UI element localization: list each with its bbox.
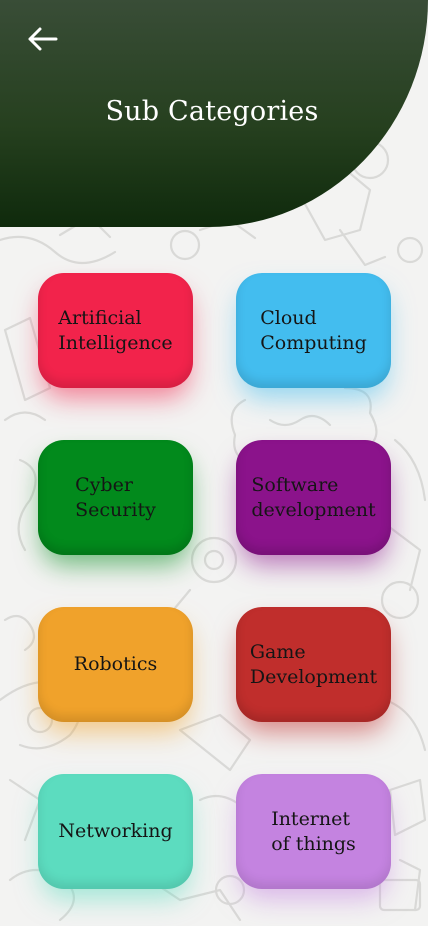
category-label: Networking [58,820,173,842]
category-tile-internet-of-things[interactable]: Internet of things [236,774,391,889]
category-label: Cyber Security [75,473,156,521]
category-label: Software development [251,473,376,521]
category-tile-cloud-computing[interactable]: Cloud Computing [236,273,391,388]
category-tile-software-development[interactable]: Software development [236,440,391,555]
category-label: Robotics [73,653,158,675]
category-tile-cyber-security[interactable]: Cyber Security [38,440,193,555]
category-tile-artificial-intelligence[interactable]: Artificial Intelligence [38,273,193,388]
category-label: Cloud Computing [260,306,367,354]
category-tile-networking[interactable]: Networking [38,774,193,889]
category-tile-game-development[interactable]: Game Development [236,607,391,722]
category-label: Artificial Intelligence [58,306,173,354]
category-label: Internet of things [271,807,356,855]
category-grid: Artificial Intelligence Cloud Computing … [0,0,428,926]
category-label: Game Development [249,640,378,688]
category-tile-robotics[interactable]: Robotics [38,607,193,722]
